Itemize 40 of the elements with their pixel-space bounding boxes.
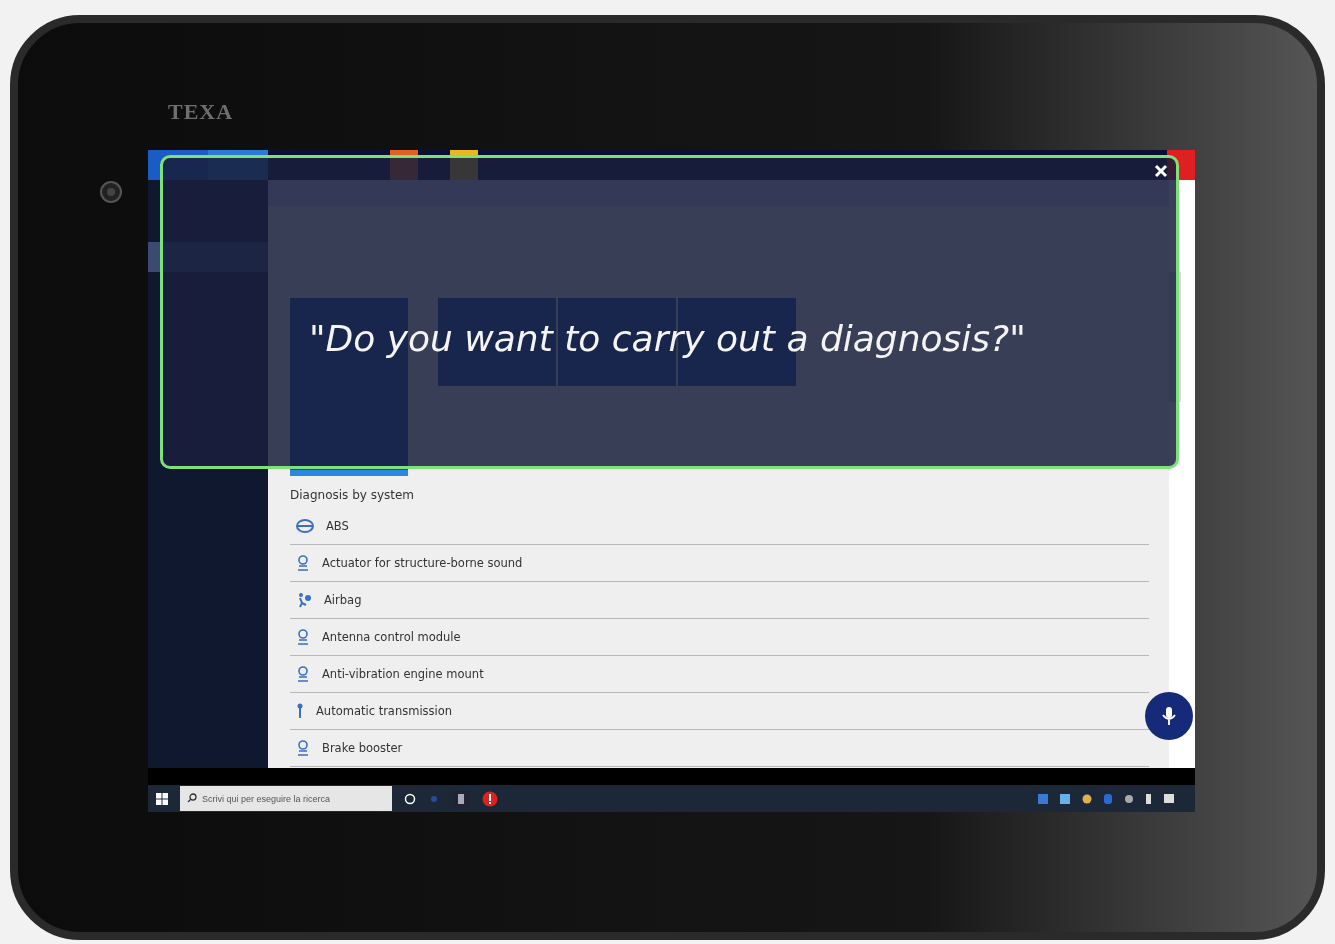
tray-icon[interactable]: [1060, 793, 1070, 804]
cortana-icon[interactable]: [404, 792, 416, 805]
system-name: Brake booster: [322, 741, 403, 755]
windows-start-icon[interactable]: [156, 792, 168, 805]
system-name: Automatic transmission: [316, 704, 453, 718]
system-name: Airbag: [324, 593, 362, 607]
system-list-item[interactable]: Brake booster: [290, 730, 1149, 767]
battery-icon[interactable]: [1146, 793, 1151, 804]
taskbar-search-field[interactable]: Scrivi qui per eseguire la ricerca: [180, 786, 392, 811]
section-title: Diagnosis by system: [290, 488, 416, 502]
brake-disc-icon: [296, 519, 314, 533]
system-name: ABS: [326, 519, 349, 533]
app-icon[interactable]: [452, 789, 470, 808]
microphone-button[interactable]: [1145, 692, 1193, 740]
system-list-item[interactable]: Airbag: [290, 582, 1149, 619]
airbag-icon: [296, 592, 312, 608]
voice-prompt: "Do you want to carry out a diagnosis?": [309, 318, 1026, 359]
module-icon: [296, 555, 310, 571]
module-icon: [296, 629, 310, 645]
tray-icon[interactable]: [1038, 793, 1048, 804]
module-icon: [296, 666, 310, 682]
brand-logo: TEXA: [168, 99, 234, 125]
camera-icon: [100, 181, 122, 203]
system-name: Antenna control module: [322, 630, 461, 644]
notification-icon[interactable]: [1163, 792, 1175, 805]
system-name: Anti-vibration engine mount: [322, 667, 484, 681]
system-name: Actuator for structure-borne sound: [322, 556, 523, 570]
system-list-item[interactable]: Actuator for structure-borne sound: [290, 545, 1149, 582]
microphone-icon: [1162, 706, 1176, 726]
tray-icon[interactable]: [1124, 793, 1134, 804]
search-icon: [187, 793, 197, 803]
module-icon: [296, 740, 310, 756]
alert-icon[interactable]: [482, 790, 498, 807]
system-list-item[interactable]: ABS: [290, 508, 1149, 545]
system-list-item[interactable]: Antenna control module: [290, 619, 1149, 656]
system-list-item[interactable]: Anti-vibration engine mount: [290, 656, 1149, 693]
close-icon[interactable]: [1154, 164, 1168, 178]
system-list-item[interactable]: Automatic transmission: [290, 693, 1149, 730]
tray-icon[interactable]: [1082, 793, 1092, 804]
gear-lever-icon: [296, 703, 304, 719]
